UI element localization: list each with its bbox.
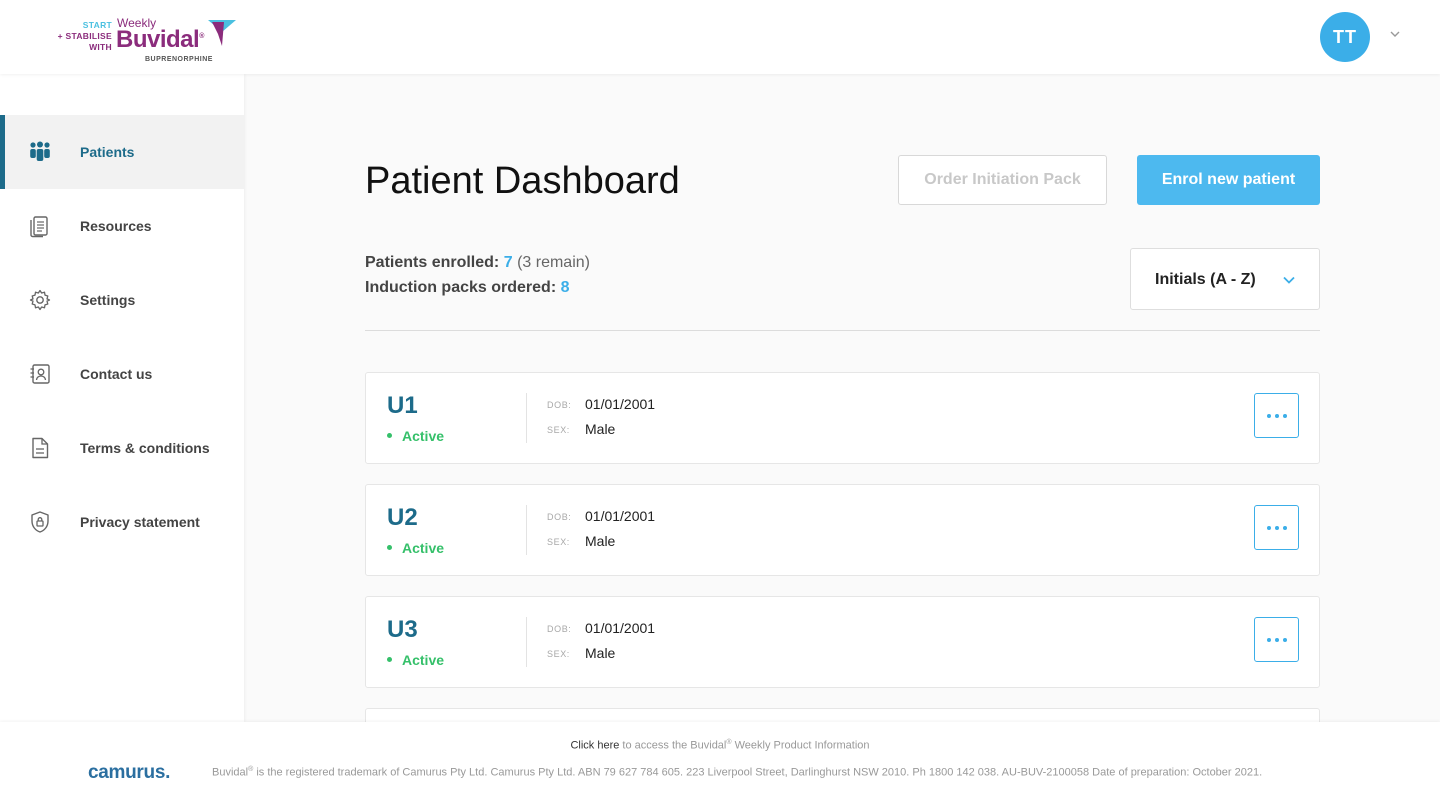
patient-card[interactable]: U2 Active DOB: 01/01/2001 SEX: Male — [365, 484, 1320, 576]
patient-initials: U2 — [387, 504, 418, 531]
patients-enrolled-count: 7 — [503, 254, 513, 271]
top-header: START + STABILISE WITH Weekly Buvidal® B… — [0, 0, 1440, 74]
user-avatar[interactable]: TT — [1320, 12, 1370, 62]
patient-stats: Patients enrolled: 7 (3 remain) Inductio… — [365, 250, 590, 300]
footer: Click here to access the Buvidal® Weekly… — [0, 722, 1440, 796]
buvidal-logo[interactable]: START + STABILISE WITH Weekly Buvidal® B… — [44, 12, 244, 68]
induction-packs-count: 8 — [560, 279, 570, 296]
status-dot-icon — [387, 656, 392, 662]
patient-status: Active — [387, 428, 444, 444]
order-initiation-pack-button[interactable]: Order Initiation Pack — [898, 155, 1107, 205]
logo-brand-name: Buvidal® — [116, 26, 204, 53]
sidebar-item-terms[interactable]: Terms & conditions — [0, 411, 244, 485]
document-icon — [32, 437, 49, 459]
sidebar-item-label: Contact us — [80, 366, 153, 382]
card-separator — [526, 617, 527, 667]
dob-label: DOB: — [547, 400, 572, 410]
sidebar-item-resources[interactable]: Resources — [0, 189, 244, 263]
status-dot-icon — [387, 544, 392, 550]
sidebar-item-patients[interactable]: Patients — [0, 115, 244, 189]
more-options-button[interactable] — [1254, 617, 1299, 662]
logo-tagline: START + STABILISE WITH — [57, 20, 112, 52]
sidebar-item-label: Resources — [80, 218, 152, 234]
sidebar-item-label: Settings — [80, 292, 136, 308]
patient-card[interactable]: U3 Active DOB: 01/01/2001 SEX: Male — [365, 596, 1320, 688]
card-separator — [526, 393, 527, 443]
sex-value: Male — [585, 645, 616, 661]
sidebar-item-contact[interactable]: Contact us — [0, 337, 244, 411]
dob-label: DOB: — [547, 512, 572, 522]
patient-initials: U1 — [387, 392, 418, 419]
logo-subtitle: BUPRENORPHINE — [145, 56, 213, 63]
divider — [365, 330, 1320, 331]
sex-label: SEX: — [547, 649, 570, 659]
click-here-link[interactable]: Click here — [570, 740, 619, 752]
patient-status: Active — [387, 540, 444, 556]
more-options-button[interactable] — [1254, 505, 1299, 550]
sidebar-nav: Patients Resources Settings Contact us T… — [0, 115, 244, 559]
sort-selected-value: Initials (A - Z) — [1155, 271, 1256, 288]
patient-initials: U3 — [387, 616, 418, 643]
logo-mark-icon — [208, 20, 236, 46]
more-options-button[interactable] — [1254, 393, 1299, 438]
sex-value: Male — [585, 533, 616, 549]
sidebar-item-label: Patients — [80, 144, 135, 160]
patients-enrolled-line: Patients enrolled: 7 (3 remain) — [365, 254, 590, 271]
contact-icon — [30, 364, 50, 384]
camurus-logo[interactable]: camurus. — [88, 762, 170, 784]
page-title: Patient Dashboard — [365, 160, 680, 202]
patient-card[interactable]: U1 Active DOB: 01/01/2001 SEX: Male — [365, 372, 1320, 464]
resources-icon — [30, 216, 48, 238]
legal-text: Buvidal® is the registered trademark of … — [212, 766, 1263, 779]
patients-remaining: (3 remain) — [517, 254, 590, 271]
sidebar-item-privacy[interactable]: Privacy statement — [0, 485, 244, 559]
dob-value: 01/01/2001 — [585, 396, 656, 412]
induction-packs-line: Induction packs ordered: 8 — [365, 279, 570, 296]
dob-label: DOB: — [547, 624, 572, 634]
dob-value: 01/01/2001 — [585, 508, 656, 524]
sidebar: Patients Resources Settings Contact us T… — [0, 74, 244, 722]
sex-value: Male — [585, 421, 616, 437]
chevron-down-icon[interactable] — [1389, 30, 1401, 38]
chevron-down-icon — [1283, 276, 1295, 284]
sort-dropdown[interactable]: Initials (A - Z) — [1130, 248, 1320, 310]
sidebar-item-settings[interactable]: Settings — [0, 263, 244, 337]
sidebar-item-label: Terms & conditions — [80, 440, 210, 456]
sex-label: SEX: — [547, 537, 570, 547]
product-info-line: Click here to access the Buvidal® Weekly… — [570, 739, 870, 752]
status-dot-icon — [387, 432, 392, 438]
card-separator — [526, 505, 527, 555]
sex-label: SEX: — [547, 425, 570, 435]
enrol-new-patient-button[interactable]: Enrol new patient — [1137, 155, 1320, 205]
sidebar-item-label: Privacy statement — [80, 514, 200, 530]
patient-status: Active — [387, 652, 444, 668]
dob-value: 01/01/2001 — [585, 620, 656, 636]
shield-lock-icon — [31, 511, 49, 533]
gear-icon — [29, 289, 51, 311]
patients-icon — [30, 141, 50, 161]
